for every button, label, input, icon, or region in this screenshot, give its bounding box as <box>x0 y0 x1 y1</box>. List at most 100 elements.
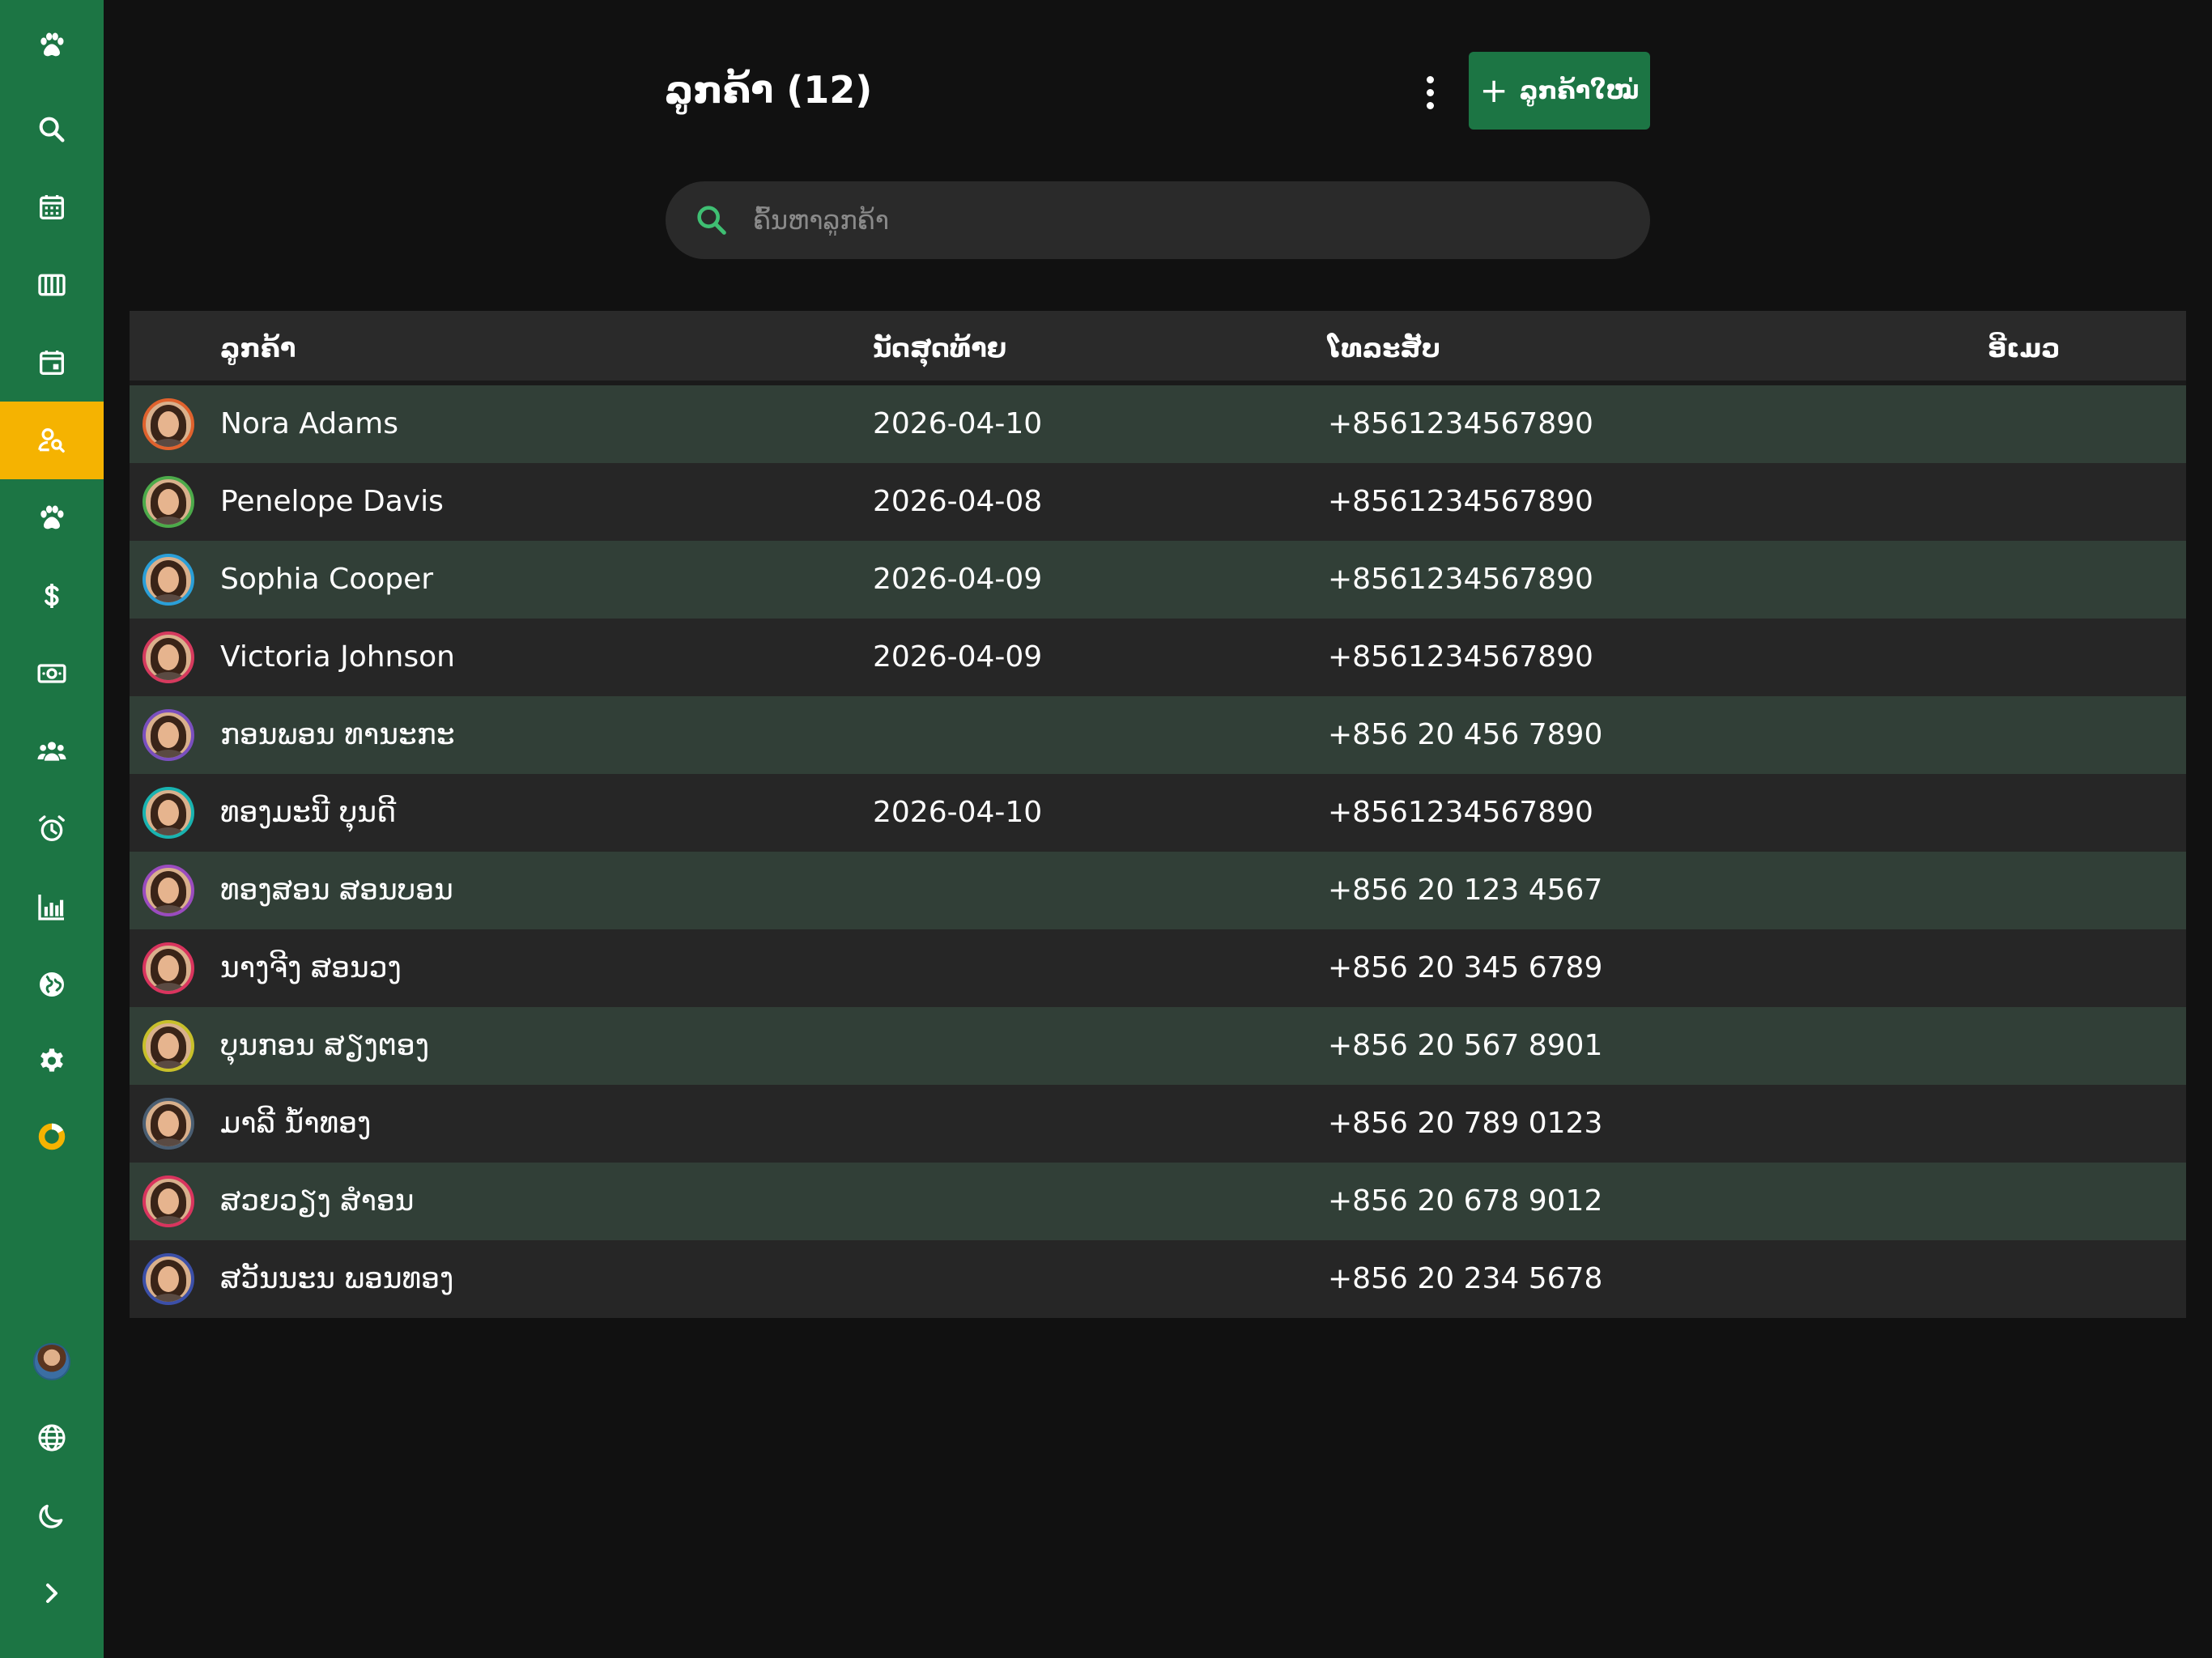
paw-icon <box>40 32 64 57</box>
nav-calendar[interactable] <box>0 168 104 246</box>
customer-name: ທອງສອນ ສອນບອນ <box>220 874 453 907</box>
last-appointment: 2026-04-10 <box>873 407 1043 440</box>
theme-toggle[interactable] <box>0 1477 104 1554</box>
phone-number: +856 20 678 9012 <box>1328 1184 1603 1218</box>
nav-staff[interactable] <box>0 712 104 790</box>
phone-number: +8561234567890 <box>1328 407 1593 440</box>
column-header-phone[interactable]: ໂທລະສັບ <box>1328 311 1440 385</box>
nav-appointments[interactable] <box>0 324 104 402</box>
table-row[interactable]: ບຸນກອນ ສຽງຕອງ +856 20 567 8901 <box>130 1007 2186 1085</box>
sidebar <box>0 0 104 1658</box>
nav-customers[interactable] <box>0 402 104 479</box>
sidebar-expand-button[interactable] <box>0 1554 104 1632</box>
alarm-icon <box>39 815 65 841</box>
nav-search[interactable] <box>0 91 104 168</box>
column-header-customer[interactable]: ລູກຄ້າ <box>220 311 296 385</box>
profile-avatar[interactable] <box>0 1323 104 1401</box>
new-customer-button[interactable]: + ລູກຄ້າໃໝ່ <box>1469 52 1650 130</box>
nav-payments[interactable] <box>0 635 104 712</box>
nav-web[interactable] <box>0 946 104 1023</box>
calendar-grid-icon <box>40 195 64 219</box>
table-row[interactable]: Nora Adams 2026-04-10 +8561234567890 <box>130 385 2186 463</box>
customer-table: ລູກຄ້າ ນັດສຸດທ້າຍ ໂທລະສັບ ອີເມວ Nora Ada… <box>130 311 2186 1318</box>
customer-avatar <box>143 1175 194 1227</box>
new-customer-label: ລູກຄ້າໃໝ່ <box>1519 76 1640 105</box>
customer-avatar <box>143 1098 194 1150</box>
nav-reminders[interactable] <box>0 790 104 868</box>
table-row[interactable]: Penelope Davis 2026-04-08 +8561234567890 <box>130 463 2186 541</box>
phone-number: +856 20 456 7890 <box>1328 718 1603 751</box>
customer-name: ສວຍວຽງ ສຳອນ <box>220 1184 415 1218</box>
customer-name: ສວັນນະນ ພອນທອງ <box>220 1262 454 1295</box>
phone-number: +8561234567890 <box>1328 563 1593 596</box>
phone-number: +856 20 234 5678 <box>1328 1262 1603 1295</box>
customer-name: Victoria Johnson <box>220 640 455 674</box>
table-row[interactable]: Victoria Johnson 2026-04-09 +8561234567890 <box>130 619 2186 696</box>
table-row[interactable]: ທອງມະນີ ບຸນດີ 2026-04-10 +8561234567890 <box>130 774 2186 852</box>
moon-icon <box>39 1504 63 1528</box>
last-appointment: 2026-04-08 <box>873 485 1043 518</box>
globe-icon <box>38 1424 66 1452</box>
cash-icon <box>37 664 66 683</box>
avatar <box>33 1343 70 1380</box>
table-row[interactable]: Sophia Cooper 2026-04-09 +8561234567890 <box>130 541 2186 619</box>
dollar-icon <box>45 584 59 608</box>
customer-name: Penelope Davis <box>220 485 444 518</box>
phone-number: +856 20 789 0123 <box>1328 1107 1603 1140</box>
customer-avatar <box>143 631 194 683</box>
last-appointment: 2026-04-10 <box>873 796 1043 829</box>
table-row[interactable]: ສວັນນະນ ພອນທອງ +856 20 234 5678 <box>130 1240 2186 1318</box>
table-row[interactable]: ມາລີ ນ້ຳທອງ +856 20 789 0123 <box>130 1085 2186 1163</box>
search-bar[interactable] <box>666 181 1650 259</box>
calendar-event-icon <box>40 351 64 375</box>
table-row[interactable]: ນາງຈີງ ສອນວງ +856 20 345 6789 <box>130 929 2186 1007</box>
search-input[interactable] <box>753 196 1563 244</box>
table-row[interactable]: ທອງສອນ ສອນບອນ +856 20 123 4567 <box>130 852 2186 929</box>
ring-icon <box>38 1123 66 1150</box>
customer-avatar <box>143 942 194 994</box>
customer-name: Nora Adams <box>220 407 398 440</box>
customer-avatar <box>143 865 194 916</box>
nav-settings[interactable] <box>0 1023 104 1101</box>
customer-name: ບຸນກອນ ສຽງຕອງ <box>220 1029 430 1062</box>
nav-boarding[interactable] <box>0 246 104 324</box>
paw-icon <box>40 505 64 529</box>
nav-pricing[interactable] <box>0 557 104 635</box>
table-header: ລູກຄ້າ ນັດສຸດທ້າຍ ໂທລະສັບ ອີເມວ <box>130 311 2186 385</box>
customer-avatar <box>143 1253 194 1305</box>
column-header-last-appointment[interactable]: ນັດສຸດທ້າຍ <box>873 311 1006 385</box>
phone-number: +8561234567890 <box>1328 796 1593 829</box>
table-body: Nora Adams 2026-04-10 +8561234567890 Penelo… <box>130 385 2186 1318</box>
nav-pets[interactable] <box>0 479 104 557</box>
kennel-icon <box>38 274 66 296</box>
phone-number: +8561234567890 <box>1328 485 1593 518</box>
customer-name: Sophia Cooper <box>220 563 434 596</box>
gear-icon <box>40 1048 63 1072</box>
customer-name: ນາງຈີງ ສອນວງ <box>220 951 402 984</box>
phone-number: +8561234567890 <box>1328 640 1593 674</box>
kebab-dot <box>1426 88 1434 96</box>
table-row[interactable]: ກອນພອນ ທານະກະ +856 20 456 7890 <box>130 696 2186 774</box>
more-options-button[interactable] <box>1410 68 1449 117</box>
customer-avatar <box>143 709 194 761</box>
column-header-email[interactable]: ອີເມວ <box>1988 311 2060 385</box>
customer-name: ກອນພອນ ທານະກະ <box>220 718 455 751</box>
customer-avatar <box>143 554 194 606</box>
users-icon <box>37 742 66 761</box>
customer-name: ມາລີ ນ້ຳທອງ <box>220 1107 372 1140</box>
language-button[interactable] <box>0 1399 104 1477</box>
customer-avatar <box>143 787 194 839</box>
phone-number: +856 20 567 8901 <box>1328 1029 1603 1062</box>
nav-status[interactable] <box>0 1098 104 1175</box>
customer-avatar <box>143 476 194 528</box>
table-row[interactable]: ສວຍວຽງ ສຳອນ +856 20 678 9012 <box>130 1163 2186 1240</box>
main-content: ລູກຄ້າ (12) + ລູກຄ້າໃໝ່ ລູກຄ້າ ນັດສຸດທ້າ… <box>104 0 2212 1658</box>
app-logo[interactable] <box>0 6 104 84</box>
customer-avatar <box>143 1020 194 1072</box>
search-icon <box>697 206 726 235</box>
page-title: ລູກຄ້າ (12) <box>665 68 873 112</box>
customer-name: ທອງມະນີ ບຸນດີ <box>220 796 397 829</box>
kebab-dot <box>1426 75 1434 83</box>
user-search-icon <box>38 428 65 453</box>
nav-reports[interactable] <box>0 868 104 946</box>
